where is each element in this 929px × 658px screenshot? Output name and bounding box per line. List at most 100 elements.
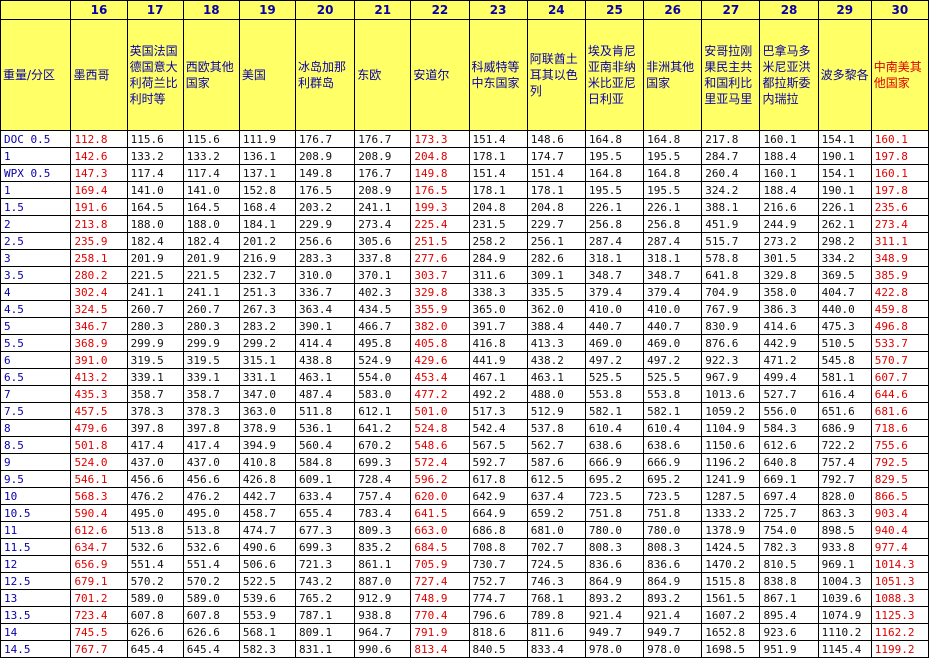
price-cell: 895.4	[759, 606, 819, 624]
price-cell: 176.7	[354, 164, 412, 182]
price-cell: 471.2	[759, 351, 819, 369]
price-cell: 476.2	[126, 487, 184, 505]
price-cell: 922.3	[701, 351, 761, 369]
price-cell: 273.4	[870, 215, 929, 233]
price-cell: 746.3	[526, 572, 586, 590]
price-cell: 137.1	[238, 164, 297, 182]
price-cell: 1470.2	[701, 555, 761, 573]
price-cell: 386.3	[759, 300, 819, 318]
price-cell: 152.8	[238, 181, 297, 199]
price-cell: 368.9	[70, 334, 128, 352]
zone-name-25: 埃及肯尼亚南非纳米比亚尼日利亚	[584, 19, 645, 131]
price-cell: 767.7	[70, 640, 128, 658]
price-cell: 670.2	[354, 436, 412, 454]
price-cell: 582.1	[643, 402, 703, 420]
price-cell: 903.4	[870, 504, 929, 522]
weight-cell: 14.5	[0, 640, 72, 658]
price-cell: 634.7	[70, 538, 128, 556]
price-cell: 655.4	[294, 504, 356, 522]
price-cell: 302.4	[70, 283, 128, 301]
weight-cell: 6	[0, 351, 72, 369]
price-cell: 1013.6	[701, 385, 761, 403]
zone-number-20: 20	[294, 0, 356, 20]
price-cell: 117.4	[126, 164, 184, 182]
price-cell: 583.0	[354, 385, 412, 403]
weight-cell: 7.5	[0, 402, 72, 420]
price-cell: 176.5	[294, 181, 356, 199]
price-cell: 651.6	[817, 402, 872, 420]
price-cell: 469.0	[584, 334, 645, 352]
price-cell: 334.2	[817, 249, 872, 267]
price-cell: 339.1	[182, 368, 240, 386]
price-cell: 141.0	[126, 181, 184, 199]
price-cell: 1125.3	[870, 606, 929, 624]
price-cell: 169.4	[70, 181, 128, 199]
price-cell: 391.0	[70, 351, 128, 369]
weight-cell: 2	[0, 215, 72, 233]
price-cell: 792.5	[870, 453, 929, 471]
price-cell: 570.2	[182, 572, 240, 590]
price-cell: 572.4	[410, 453, 470, 471]
price-cell: 213.8	[70, 215, 128, 233]
price-cell: 456.6	[126, 470, 184, 488]
price-cell: 258.2	[468, 232, 528, 250]
weight-cell: 4.5	[0, 300, 72, 318]
price-cell: 148.6	[526, 130, 586, 148]
zone-name-16: 墨西哥	[70, 19, 128, 131]
price-cell: 1110.2	[817, 623, 872, 641]
price-cell: 477.2	[410, 385, 470, 403]
table-row: 6.5 413.2 339.1 339.1 331.1 463.1 554.0 453.4 46…	[0, 368, 929, 386]
price-cell: 195.5	[584, 147, 645, 165]
weight-cell: 1	[0, 147, 72, 165]
zone-name-22: 安道尔	[410, 19, 470, 131]
price-cell: 226.1	[643, 198, 703, 216]
price-cell: 724.5	[526, 555, 586, 573]
table-row: 3 258.1 201.9 201.9 216.9 283.3 337.8 277.6 284.…	[0, 249, 929, 267]
table-row: 11 612.6 513.8 513.8 474.7 677.3 809.3 663.0 686…	[0, 521, 929, 539]
price-cell: 301.5	[759, 249, 819, 267]
price-cell: 840.5	[468, 640, 528, 658]
price-cell: 164.8	[584, 164, 645, 182]
price-cell: 789.8	[526, 606, 586, 624]
price-cell: 495.0	[182, 504, 240, 522]
price-cell: 362.0	[526, 300, 586, 318]
price-cell: 442.9	[759, 334, 819, 352]
price-cell: 217.8	[701, 130, 761, 148]
price-cell: 754.0	[759, 521, 819, 539]
price-cell: 808.3	[584, 538, 645, 556]
weight-cell: 10	[0, 487, 72, 505]
price-cell: 725.7	[759, 504, 819, 522]
price-cell: 251.3	[238, 283, 297, 301]
price-cell: 164.8	[643, 130, 703, 148]
price-cell: 434.5	[354, 300, 412, 318]
price-cell: 435.3	[70, 385, 128, 403]
table-row: 10 568.3 476.2 476.2 442.7 633.4 757.4 620.0 642…	[0, 487, 929, 505]
price-cell: 273.2	[759, 232, 819, 250]
price-cell: 780.0	[584, 521, 645, 539]
price-cell: 405.8	[410, 334, 470, 352]
price-cell: 226.1	[817, 198, 872, 216]
price-cell: 829.5	[870, 470, 929, 488]
price-cell: 410.0	[584, 300, 645, 318]
price-cell: 757.4	[817, 453, 872, 471]
price-cell: 951.9	[759, 640, 819, 658]
price-cell: 160.1	[870, 164, 929, 182]
price-cell: 463.1	[526, 368, 586, 386]
price-cell: 346.7	[70, 317, 128, 335]
price-cell: 404.7	[817, 283, 872, 301]
table-row: 13.5 723.4 607.8 607.8 553.9 787.1 938.8 770.4 7…	[0, 606, 929, 624]
price-cell: 410.8	[238, 453, 297, 471]
weight-cell: 3.5	[0, 266, 72, 284]
price-cell: 329.8	[759, 266, 819, 284]
price-cell: 964.7	[354, 623, 412, 641]
zone-number-16: 16	[70, 0, 128, 20]
price-cell: 378.3	[126, 402, 184, 420]
weight-cell: 7	[0, 385, 72, 403]
price-cell: 208.9	[294, 147, 356, 165]
zone-number-29: 29	[817, 0, 872, 20]
price-cell: 201.9	[182, 249, 240, 267]
price-cell: 876.6	[701, 334, 761, 352]
table-row: 1 169.4 141.0 141.0 152.8 176.5 208.9 176.5 178.…	[0, 181, 929, 199]
weight-cell: 3	[0, 249, 72, 267]
price-cell: 204.8	[410, 147, 470, 165]
